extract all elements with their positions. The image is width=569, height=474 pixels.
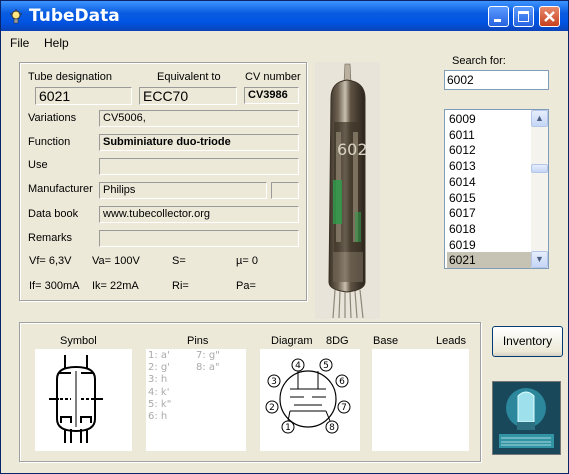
search-label: Search for: — [452, 55, 506, 67]
inventory-button[interactable]: Inventory — [492, 326, 563, 357]
scroll-down-button[interactable]: ▼ — [531, 251, 548, 268]
va-param: Va= 100V — [92, 255, 140, 267]
menu-bar: File Help — [1, 32, 568, 52]
pin-entry: 6: h — [148, 411, 168, 422]
pin-diagram-image: 4 5 6 7 8 1 2 3 — [260, 349, 360, 451]
remarks-field[interactable] — [99, 230, 299, 247]
list-item[interactable]: 6015 — [447, 190, 532, 206]
if-param: If= 300mA — [29, 280, 80, 292]
variations-field[interactable]: CV5006, — [99, 110, 299, 127]
pin-entry: 8: a" — [196, 362, 220, 374]
mu-param: µ= 0 — [236, 255, 258, 267]
data-book-label: Data book — [28, 208, 79, 220]
data-book-field[interactable]: www.tubecollector.org — [99, 206, 299, 223]
list-scrollbar[interactable]: ▲ ▼ — [531, 110, 548, 268]
tube-designation-field[interactable]: 6021 — [35, 87, 132, 105]
maximize-icon — [518, 11, 529, 22]
maximize-button[interactable] — [513, 6, 534, 27]
manufacturer-field[interactable]: Philips — [99, 182, 267, 199]
menu-file[interactable]: File — [10, 36, 29, 50]
pin-entry: 1: a' — [148, 350, 170, 361]
svg-text:2: 2 — [269, 403, 275, 413]
use-label: Use — [28, 159, 48, 171]
title-bar[interactable]: TubeData — [1, 1, 568, 31]
s-param: S= — [172, 255, 186, 267]
svg-text:4: 4 — [295, 361, 301, 371]
leads-label: Leads — [436, 335, 466, 347]
list-item[interactable]: 6019 — [447, 237, 532, 253]
tube-print-text: 602 — [337, 140, 368, 159]
diagram-code-label: 8DG — [326, 335, 349, 347]
svg-text:8: 8 — [329, 423, 335, 433]
scroll-thumb[interactable] — [531, 164, 548, 173]
base-label: Base — [373, 335, 399, 347]
base-leads-box — [372, 349, 469, 451]
cv-number-label: CV number — [245, 71, 301, 83]
minimize-button[interactable] — [488, 6, 509, 27]
tube-icon — [8, 8, 24, 24]
svg-text:1: 1 — [285, 423, 291, 433]
list-item[interactable]: 6011 — [447, 127, 532, 143]
diagram-label: Diagram — [271, 335, 313, 347]
function-label: Function — [28, 136, 71, 148]
equivalent-to-label: Equivalent to — [157, 71, 221, 83]
pin-entry: 4: k' — [148, 386, 170, 398]
pins-label: Pins — [187, 335, 209, 347]
search-input[interactable] — [444, 70, 549, 90]
svg-text:7: 7 — [341, 403, 347, 413]
pa-param: Pa= — [236, 280, 256, 292]
symbol-label: Symbol — [60, 335, 97, 347]
pin-entry: 2: g' — [148, 362, 171, 374]
menu-help[interactable]: Help — [44, 36, 69, 50]
pin-entry: 3: h — [148, 374, 168, 386]
tube-photo: 602 — [315, 62, 380, 319]
scroll-up-button[interactable]: ▲ — [531, 110, 548, 127]
window-title: TubeData — [29, 6, 120, 26]
close-icon — [544, 11, 555, 22]
svg-text:5: 5 — [323, 361, 329, 371]
tube-symbol-image — [35, 349, 132, 451]
cv-number-field[interactable]: CV3986 — [244, 87, 299, 104]
vf-param: Vf= 6,3V — [29, 255, 72, 267]
function-field[interactable]: Subminiature duo-triode — [99, 134, 299, 151]
equivalent-to-field[interactable]: ECC70 — [139, 87, 237, 105]
list-item[interactable]: 6017 — [447, 205, 532, 221]
list-item[interactable]: 6021 — [447, 252, 532, 268]
use-field[interactable] — [99, 158, 299, 175]
close-button[interactable] — [539, 6, 560, 27]
ri-param: Ri= — [172, 280, 189, 292]
pin-entry: 5: k" — [148, 398, 172, 410]
list-item[interactable]: 6012 — [447, 142, 532, 158]
tube-list[interactable]: 6009 6011 6012 6013 6014 6015 6017 6018 6019 6021… — [444, 109, 549, 269]
list-item[interactable]: 6014 — [447, 174, 532, 190]
svg-text:6: 6 — [339, 377, 345, 387]
list-item[interactable]: 6013 — [447, 158, 532, 174]
tubecollector-logo-icon[interactable] — [492, 381, 561, 455]
svg-text:3: 3 — [271, 377, 277, 387]
tubedata-window: TubeData File Help Tube designation Equi… — [0, 0, 569, 474]
variations-label: Variations — [28, 112, 77, 124]
manufacturer-label: Manufacturer — [28, 183, 93, 195]
list-item[interactable]: 6009 — [447, 111, 532, 127]
minimize-icon — [494, 19, 501, 22]
pin-entry: 7: g" — [196, 350, 220, 361]
pins-box: 1: a' 2: g' 3: h 4: k' 5: k" 6: h 7: g" 8: a" — [146, 349, 246, 451]
ik-param: Ik= 22mA — [92, 280, 139, 292]
remarks-label: Remarks — [28, 232, 73, 244]
list-item[interactable]: 6018 — [447, 221, 532, 237]
tube-designation-label: Tube designation — [28, 71, 112, 83]
manufacturer-extra-field[interactable] — [271, 182, 299, 199]
